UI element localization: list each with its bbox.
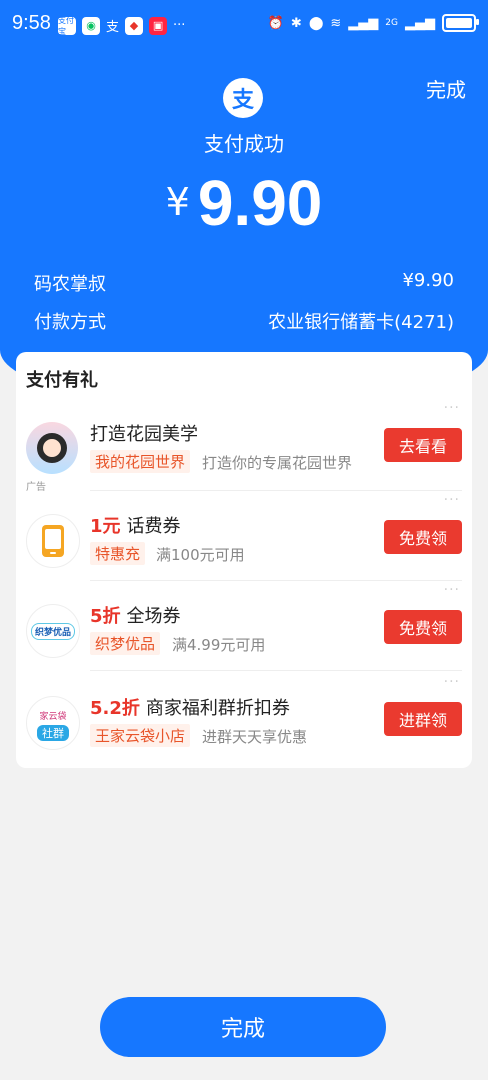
item-title: 打造花园美学 <box>90 420 198 446</box>
payment-method-value: 农业银行储蓄卡(4271) <box>268 312 454 333</box>
amount-value: 9.90 <box>197 167 323 239</box>
wechat-app-icon: ◉ <box>82 16 100 35</box>
item-tag: 王家云袋小店 <box>90 724 191 747</box>
status-time: 9:58 <box>12 12 51 34</box>
item-title-text: 商家福利群折扣券 <box>145 698 290 719</box>
payment-success-title: 支付成功 <box>204 132 284 156</box>
signal-icon: ▂▄▆ <box>348 15 379 31</box>
wifi-icon: ≋ <box>330 15 342 31</box>
zhimeng-logo-icon: 织梦优品 <box>26 604 80 658</box>
alipay-small-icon: 支 <box>106 20 120 35</box>
item-highlight: 5折 <box>90 606 121 627</box>
item-desc: 打造你的专属花园世界 <box>202 454 353 472</box>
divider <box>90 670 462 671</box>
gift-card-title: 支付有礼 <box>26 370 98 391</box>
join-group-button[interactable]: 进群领 <box>384 702 462 736</box>
item-tag: 我的花园世界 <box>90 450 191 473</box>
payment-method-row: 付款方式 农业银行储蓄卡(4271) <box>34 308 454 334</box>
alipay-app-icon: 支付宝 <box>58 15 76 36</box>
header-done-button[interactable]: 完成 <box>426 74 466 103</box>
payment-gift-card: 支付有礼 ··· 广告 打造花园美学 我的花园世界 打造你的专属花园世界 去看看… <box>16 352 472 768</box>
phone-icon <box>26 514 80 568</box>
list-item[interactable]: ··· 织梦优品 5折 全场券 织梦优品 满4.99元可用 免费领 <box>16 582 472 680</box>
shequn-badge: 社群 <box>37 725 69 741</box>
garden-avatar-icon <box>26 422 78 474</box>
more-options-icon[interactable]: ··· <box>444 492 460 508</box>
currency-symbol: ¥ <box>165 180 190 224</box>
location-icon: ⬤ <box>308 15 324 31</box>
item-title: 5折 全场券 <box>90 602 181 628</box>
item-highlight: 5.2折 <box>90 698 140 719</box>
battery-icon <box>442 14 479 32</box>
claim-button[interactable]: 免费领 <box>384 520 462 554</box>
list-item[interactable]: ··· 家云袋 社群 5.2折 商家福利群折扣券 王家云袋小店 进群天天享优惠 进… <box>16 674 472 772</box>
list-item[interactable]: ··· 1元 话费券 特惠充 满100元可用 免费领 <box>16 492 472 590</box>
item-tag: 特惠充 <box>90 542 146 565</box>
item-title: 5.2折 商家福利群折扣券 <box>90 694 290 720</box>
bluetooth-icon: ✱ <box>290 15 302 31</box>
payee-row: 码农掌叔 ¥9.90 <box>34 270 454 296</box>
payee-name: 码农掌叔 <box>34 274 106 295</box>
more-options-icon[interactable]: ··· <box>444 582 460 598</box>
view-button[interactable]: 去看看 <box>384 428 462 462</box>
item-tag: 织梦优品 <box>90 632 161 655</box>
claim-button[interactable]: 免费领 <box>384 610 462 644</box>
app-icon: ◆ <box>125 16 144 35</box>
item-title-text: 全场券 <box>126 606 181 627</box>
signal-icon-2: ▂▄▆ <box>405 15 435 31</box>
shequn-icon: 家云袋 社群 <box>26 696 80 750</box>
done-button[interactable]: 完成 <box>100 997 386 1057</box>
payment-method-label: 付款方式 <box>34 312 106 333</box>
zhimeng-logo-text: 织梦优品 <box>30 622 75 640</box>
item-title-text: 话费券 <box>126 516 181 537</box>
alarm-icon: ⏰ <box>267 15 284 31</box>
list-item[interactable]: ··· 广告 打造花园美学 我的花园世界 打造你的专属花园世界 去看看 <box>16 400 472 498</box>
payee-amount: ¥9.90 <box>402 270 454 291</box>
more-notifications-icon: ··· <box>173 18 186 33</box>
more-options-icon[interactable]: ··· <box>444 400 460 416</box>
alipay-logo-icon: 支 <box>223 78 263 118</box>
ad-label: 广告 <box>26 482 46 493</box>
signal-2g-label: 2G <box>385 18 398 28</box>
item-desc: 满4.99元可用 <box>172 636 266 654</box>
status-right-icons: ⏰ ✱ ⬤ ≋ ▂▄▆ 2G ▂▄▆ <box>267 14 479 32</box>
divider <box>90 490 462 491</box>
xiaohongshu-app-icon: ▣ <box>149 16 168 35</box>
item-title-text: 打造花园美学 <box>90 424 198 445</box>
divider <box>90 580 462 581</box>
item-title: 1元 话费券 <box>90 512 181 538</box>
shequn-logo-text: 家云袋 <box>39 712 67 722</box>
item-highlight: 1元 <box>90 516 121 537</box>
item-desc: 进群天天享优惠 <box>202 728 308 746</box>
notification-icons: 支付宝 ◉ 支 ◆ ▣ ··· <box>58 15 186 36</box>
item-desc: 满100元可用 <box>156 546 245 564</box>
more-options-icon[interactable]: ··· <box>444 674 460 690</box>
payment-amount: ¥9.90 <box>0 166 488 240</box>
status-bar: 9:58 支付宝 ◉ 支 ◆ ▣ ··· ⏰ ✱ ⬤ ≋ ▂▄▆ 2G ▂▄▆ <box>0 0 488 52</box>
